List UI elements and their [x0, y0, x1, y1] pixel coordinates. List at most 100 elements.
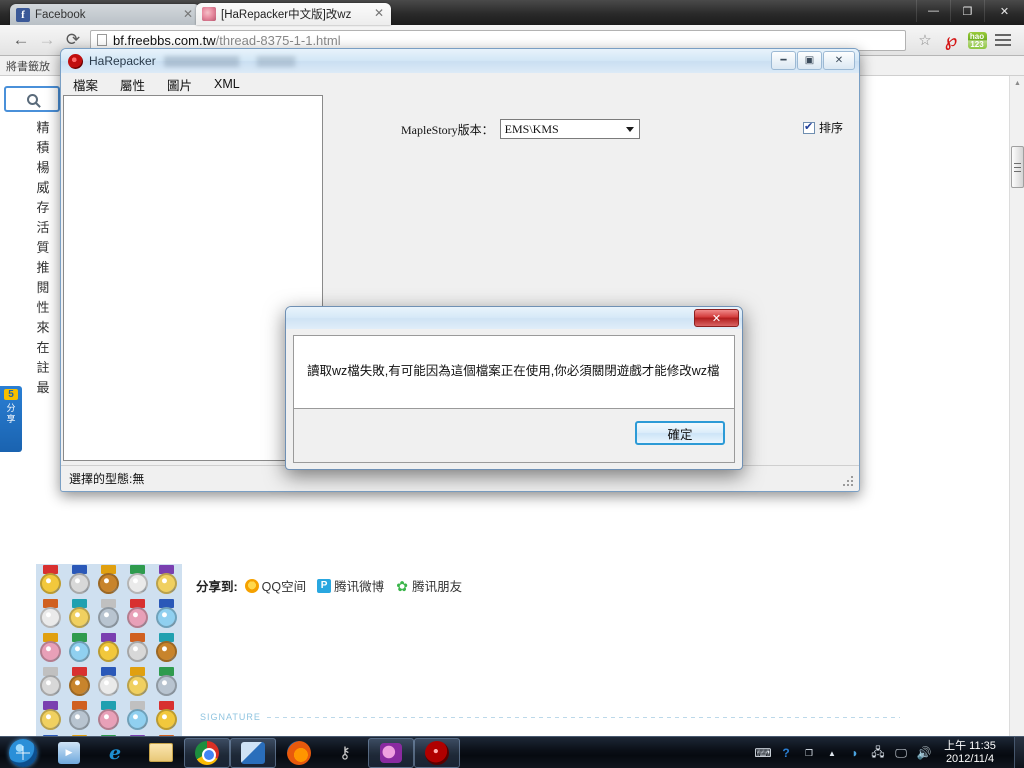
avira-icon[interactable]: ℘	[938, 27, 964, 53]
sort-checkbox-row[interactable]: 排序	[802, 119, 843, 136]
share-sidebar-button[interactable]: 5 分享	[0, 386, 22, 452]
tencent-weibo-icon: P	[317, 578, 332, 593]
menu-item-image[interactable]: 圖片	[167, 75, 192, 94]
vertical-nav-item[interactable]: 精	[34, 118, 52, 138]
display-icon[interactable]: 🖵	[893, 745, 909, 761]
menu-item-properties[interactable]: 屬性	[120, 75, 145, 94]
show-desktop-button[interactable]	[1014, 737, 1024, 768]
medal-icon	[94, 564, 123, 598]
taskbar-clock[interactable]: 上午 11:35 2012/11/4	[934, 740, 1006, 766]
vertical-nav-item[interactable]: 積	[34, 138, 52, 158]
overflow-icon[interactable]: ❐	[801, 745, 817, 761]
taskbar-maple-launcher[interactable]	[230, 737, 276, 768]
taskbar-yahoo-messenger[interactable]	[368, 737, 414, 768]
network-error-icon[interactable]: 🖧	[870, 745, 886, 761]
maple-tray-icon[interactable]: ◗	[847, 745, 863, 761]
vertical-nav-item[interactable]: 註	[34, 358, 52, 378]
medal-body	[69, 641, 90, 662]
scroll-up-icon[interactable]: ▲	[1010, 76, 1024, 91]
help-icon[interactable]: ?	[778, 745, 794, 761]
vertical-nav-column[interactable]: 精 積 楊 威 存 活 質 推 閱 性 來 在 註 最	[34, 118, 52, 398]
menu-item-file[interactable]: 檔案	[73, 75, 98, 94]
facebook-icon: f	[16, 7, 30, 22]
app-title-bar[interactable]: HaRepacker ━ ▣ ✕	[61, 49, 859, 73]
share-link-friends[interactable]: ✿ 腾讯朋友	[395, 576, 462, 595]
medal-body	[98, 709, 119, 730]
forward-icon[interactable]: →	[34, 27, 60, 53]
resize-grip[interactable]	[843, 476, 855, 488]
close-icon[interactable]: ✕	[373, 7, 385, 20]
taskbar-harepacker[interactable]	[414, 737, 460, 768]
vertical-nav-item[interactable]: 最	[34, 378, 52, 398]
show-hidden-icon[interactable]: ▲	[824, 745, 840, 761]
start-button[interactable]	[0, 737, 46, 768]
medal-body	[69, 709, 90, 730]
taskbar-mozilla-firefox[interactable]	[276, 738, 322, 768]
tab-label: [HaRepacker中文版]改wz	[221, 9, 352, 21]
vertical-nav-item[interactable]: 威	[34, 178, 52, 198]
share-row: 分享到: QQ空间 P 腾讯微博 ✿ 腾讯朋友	[196, 576, 473, 595]
browser-tab-facebook[interactable]: f Facebook ✕	[10, 4, 200, 25]
browser-tab-harepacker[interactable]: [HaRepacker中文版]改wz ✕	[196, 3, 391, 25]
dialog-message-box: 讀取wz檔失敗,有可能因為這個檔案正在使用,你必須關閉遊戲才能修改wz檔	[293, 335, 735, 409]
star-icon[interactable]: ☆	[912, 27, 938, 53]
vertical-nav-item[interactable]: 來	[34, 318, 52, 338]
hao123-icon[interactable]: hao 123	[964, 27, 990, 53]
close-icon[interactable]: ✕	[694, 309, 739, 327]
vertical-nav-item[interactable]: 質	[34, 238, 52, 258]
close-button[interactable]: ✕	[823, 51, 855, 70]
vertical-nav-item[interactable]: 閱	[34, 278, 52, 298]
url-path: /thread-8375-1-1.html	[215, 32, 341, 48]
vertical-nav-item[interactable]: 楊	[34, 158, 52, 178]
taskbar-windows-explorer[interactable]	[138, 738, 184, 768]
medal-body	[127, 641, 148, 662]
medal-icon	[123, 700, 152, 734]
medal-icon	[123, 666, 152, 700]
minimize-button[interactable]: —	[916, 0, 950, 22]
restore-button[interactable]: ❐	[950, 0, 984, 22]
maximize-button[interactable]: ▣	[797, 51, 822, 70]
sort-checkbox-label: 排序	[818, 121, 843, 135]
browser-window-controls: — ❐ ✕	[916, 0, 1024, 22]
medal-icon	[36, 564, 65, 598]
version-select[interactable]: EMS\KMS	[499, 119, 640, 139]
close-button[interactable]: ✕	[984, 0, 1024, 22]
back-icon[interactable]: ←	[8, 27, 34, 53]
chrome-menu-icon[interactable]	[990, 27, 1016, 53]
close-icon[interactable]: ✕	[182, 8, 194, 21]
ok-button[interactable]: 確定	[635, 421, 725, 445]
sort-checkbox[interactable]	[802, 120, 815, 134]
vertical-nav-item[interactable]: 性	[34, 298, 52, 318]
screen: f Facebook ✕ [HaRepacker中文版]改wz ✕ — ❐ ✕ …	[0, 0, 1024, 768]
volume-icon[interactable]: 🔊	[916, 745, 932, 761]
share-sidebar-label: 分享	[6, 403, 16, 424]
minimize-button[interactable]: ━	[771, 51, 796, 70]
wz-tree-panel[interactable]	[63, 95, 323, 461]
menu-item-xml[interactable]: XML	[214, 77, 240, 91]
medal-icon	[65, 564, 94, 598]
page-info-icon[interactable]	[97, 34, 107, 46]
page-scrollbar[interactable]: ▲	[1009, 76, 1024, 736]
dialog-title-bar[interactable]: ✕	[286, 307, 742, 329]
taskbar-internet-explorer[interactable]: e	[92, 738, 138, 768]
vertical-nav-item[interactable]: 在	[34, 338, 52, 358]
taskbar-keepass[interactable]: ⚷	[322, 738, 368, 768]
medal-body	[156, 641, 177, 662]
vertical-nav-item[interactable]: 存	[34, 198, 52, 218]
vertical-nav-item[interactable]: 推	[34, 258, 52, 278]
vertical-nav-item[interactable]: 活	[34, 218, 52, 238]
divider	[266, 716, 900, 718]
version-label: MapleStory版本：	[401, 122, 494, 137]
search-input[interactable]	[4, 86, 60, 112]
taskbar-google-chrome[interactable]	[184, 737, 230, 768]
share-link-label: 腾讯朋友	[412, 580, 463, 594]
medal-body	[127, 573, 148, 594]
keyboard-icon[interactable]: ⌨	[754, 745, 771, 761]
taskbar-windows-media-player[interactable]	[46, 738, 92, 768]
medal-row	[36, 632, 182, 666]
share-link-weibo[interactable]: P 腾讯微博	[317, 576, 384, 595]
medal-icon	[152, 700, 181, 734]
share-link-qzone[interactable]: QQ空间	[244, 576, 306, 595]
scrollbar-thumb[interactable]	[1011, 146, 1024, 188]
tab-label: Facebook	[35, 8, 86, 21]
